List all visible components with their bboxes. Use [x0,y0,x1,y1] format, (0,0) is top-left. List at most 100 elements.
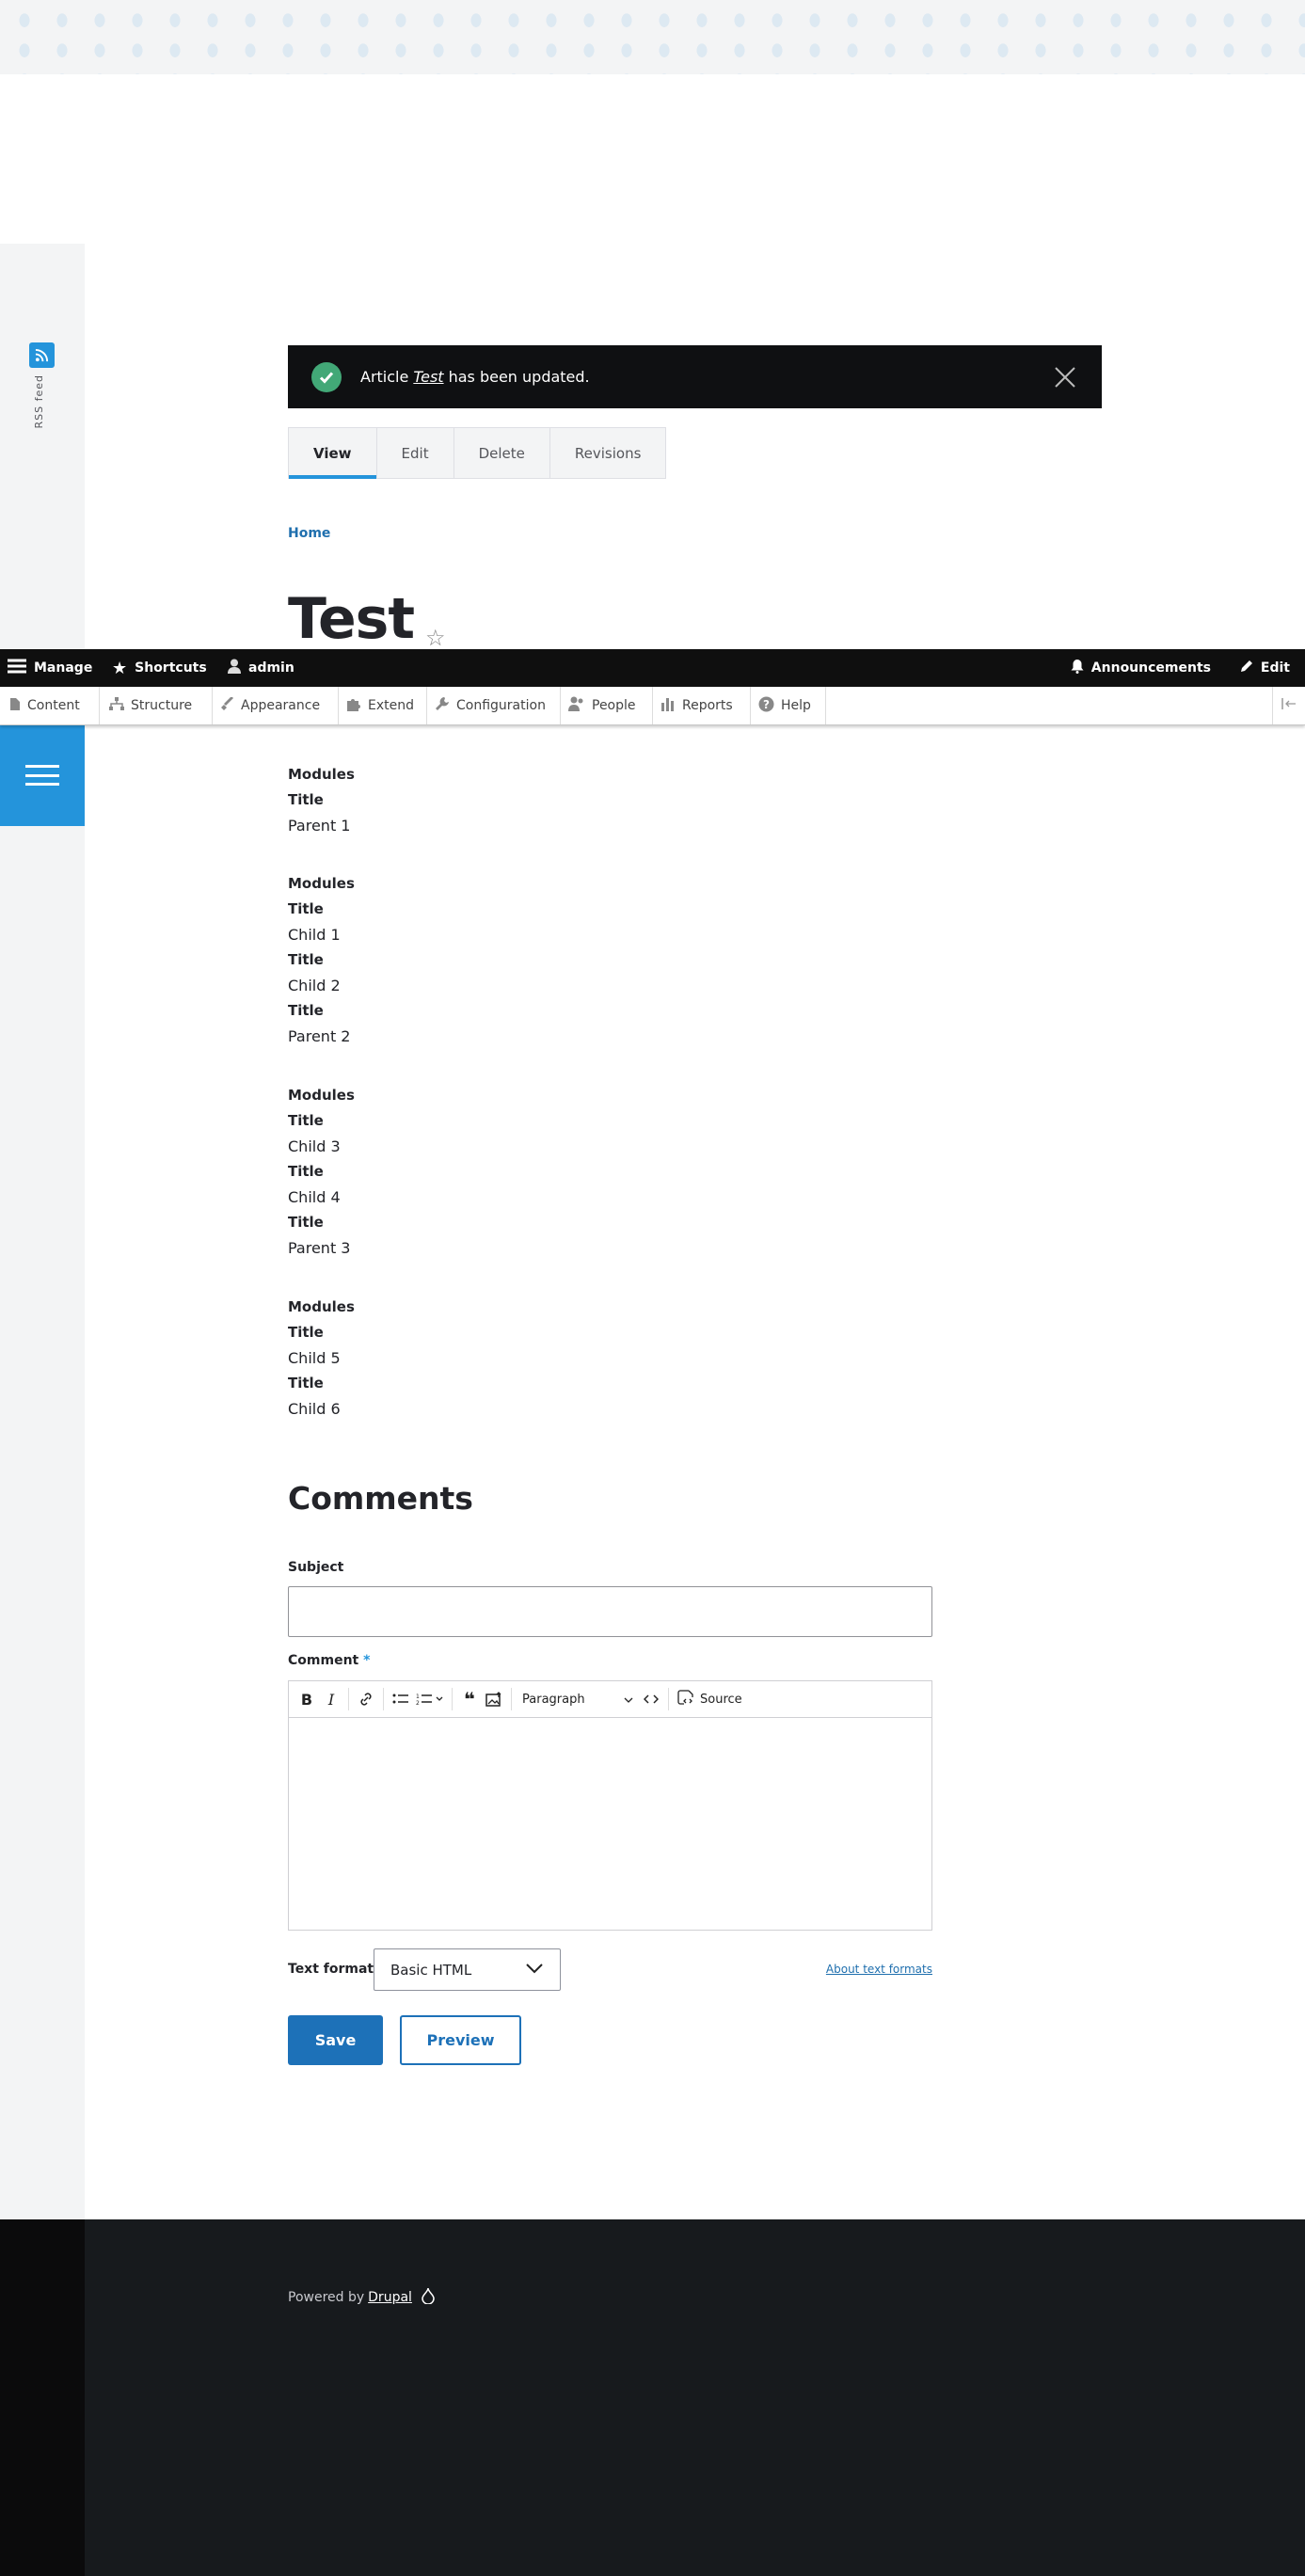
toolbar-separator [348,1688,349,1710]
message-prefix: Article [360,368,409,386]
tray-help[interactable]: ? Help [751,687,826,724]
tab-revisions[interactable]: Revisions [550,428,666,478]
tab-delete[interactable]: Delete [454,428,550,478]
local-tasks-tabs: View Edit Delete Revisions [288,427,667,479]
tray-content[interactable]: Content [0,687,100,724]
modules-label: Modules [288,766,355,783]
tray-appearance-label: Appearance [241,698,321,713]
star-icon[interactable]: ☆ [425,625,446,651]
modules-label: Modules [288,1298,355,1315]
about-text-formats-link[interactable]: About text formats [826,1963,932,1976]
chevron-down-icon [624,1693,633,1707]
user-icon [228,659,241,677]
modules-label: Modules [288,875,355,892]
modules-group-1: Modules Title Parent 1 [288,766,355,842]
toolbar-separator [668,1688,669,1710]
close-icon[interactable] [1054,366,1076,389]
title-label: Title [288,951,324,968]
source-button[interactable]: Source [674,1681,746,1717]
title-label: Title [288,1324,324,1341]
title-label: Title [288,1375,324,1391]
italic-icon[interactable]: I [319,1681,343,1717]
code-icon[interactable] [639,1681,663,1717]
hamburger-icon [8,659,26,677]
tray-people-label: People [592,698,636,713]
bold-icon[interactable]: B [294,1681,319,1717]
toolbar-announcements-label: Announcements [1090,660,1211,676]
rss-feed-link[interactable]: RSS feed [33,374,45,429]
title-label: Title [288,791,324,808]
preview-button[interactable]: Preview [400,2015,521,2065]
toolbar-separator [452,1688,453,1710]
footer-left-panel [0,2219,85,2576]
modules-group-2: Modules Title Child 1 Title Child 2 Titl… [288,875,355,1053]
wrench-icon [435,696,450,715]
heading-dropdown[interactable]: Paragraph [517,1681,639,1717]
toolbar-edit-label: Edit [1260,660,1290,676]
toolbar-separator [511,1688,512,1710]
breadcrumb-home[interactable]: Home [288,526,330,541]
toolbar-announcements[interactable]: Announcements [1071,649,1211,687]
toolbar-separator [383,1688,384,1710]
rss-icon[interactable] [29,342,55,368]
puzzle-icon [346,697,361,715]
tab-edit[interactable]: Edit [377,428,454,478]
left-sidebar [0,244,85,2219]
source-icon [677,1690,694,1709]
subject-input[interactable] [288,1586,932,1637]
tray-appearance[interactable]: Appearance [213,687,339,724]
hamburger-icon [25,765,59,786]
save-button[interactable]: Save [288,2015,383,2065]
title-label: Title [288,1112,324,1129]
tray-reports[interactable]: Reports [653,687,751,724]
tray-help-label: Help [781,698,811,713]
tray-configuration[interactable]: Configuration [427,687,561,724]
drupal-drop-icon [422,2287,435,2308]
toolbar-edit[interactable]: Edit [1240,649,1290,687]
bulleted-list-icon[interactable] [389,1681,413,1717]
footer-credit: Powered by Drupal [288,2287,435,2308]
title-value: Child 3 [288,1137,341,1155]
comment-editor[interactable]: B I 12 ❝ Paragraph Source [288,1680,932,1931]
numbered-list-icon[interactable]: 12 [413,1681,447,1717]
tab-view[interactable]: View [289,428,377,479]
link-icon[interactable] [354,1681,378,1717]
tray-extend-label: Extend [368,698,414,713]
svg-text:1: 1 [416,1693,420,1700]
tray-structure[interactable]: Structure [100,687,213,724]
tray-structure-label: Structure [131,698,193,713]
title-label: Title [288,1002,324,1019]
chevron-down-icon [526,1962,543,1979]
people-icon [568,696,585,715]
subject-label: Subject [288,1560,344,1575]
menu-toggle-button[interactable] [0,724,85,826]
orientation-icon [1281,698,1297,713]
text-format-select[interactable]: Basic HTML [374,1948,561,1991]
toolbar-shortcuts-label: Shortcuts [135,660,207,676]
title-value: Child 4 [288,1188,341,1206]
title-value: Parent 1 [288,817,351,835]
message-title[interactable]: Test [413,368,443,386]
file-icon [9,697,21,715]
tray-content-label: Content [27,698,80,713]
blockquote-icon[interactable]: ❝ [457,1681,482,1717]
comment-label: Comment * [288,1653,370,1668]
title-value: Parent 3 [288,1239,351,1257]
toolbar-manage[interactable]: Manage [0,649,102,687]
drupal-link[interactable]: Drupal [368,2290,412,2305]
toolbar-user[interactable]: admin [228,649,294,687]
text-format-label: Text format [288,1962,374,1977]
text-format-value: Basic HTML [390,1961,472,1979]
tray-reports-label: Reports [682,698,733,713]
toolbar-orientation-toggle[interactable] [1272,687,1305,724]
tray-extend[interactable]: Extend [339,687,427,724]
toolbar-shortcuts[interactable]: ★ Shortcuts [112,649,207,687]
tray-people[interactable]: People [561,687,653,724]
message-suffix: has been updated. [448,368,590,386]
image-upload-icon[interactable] [482,1681,506,1717]
check-icon [311,362,342,392]
pencil-icon [1240,660,1253,676]
brush-icon [220,695,234,715]
star-icon: ★ [112,658,128,678]
bell-icon [1071,659,1084,677]
